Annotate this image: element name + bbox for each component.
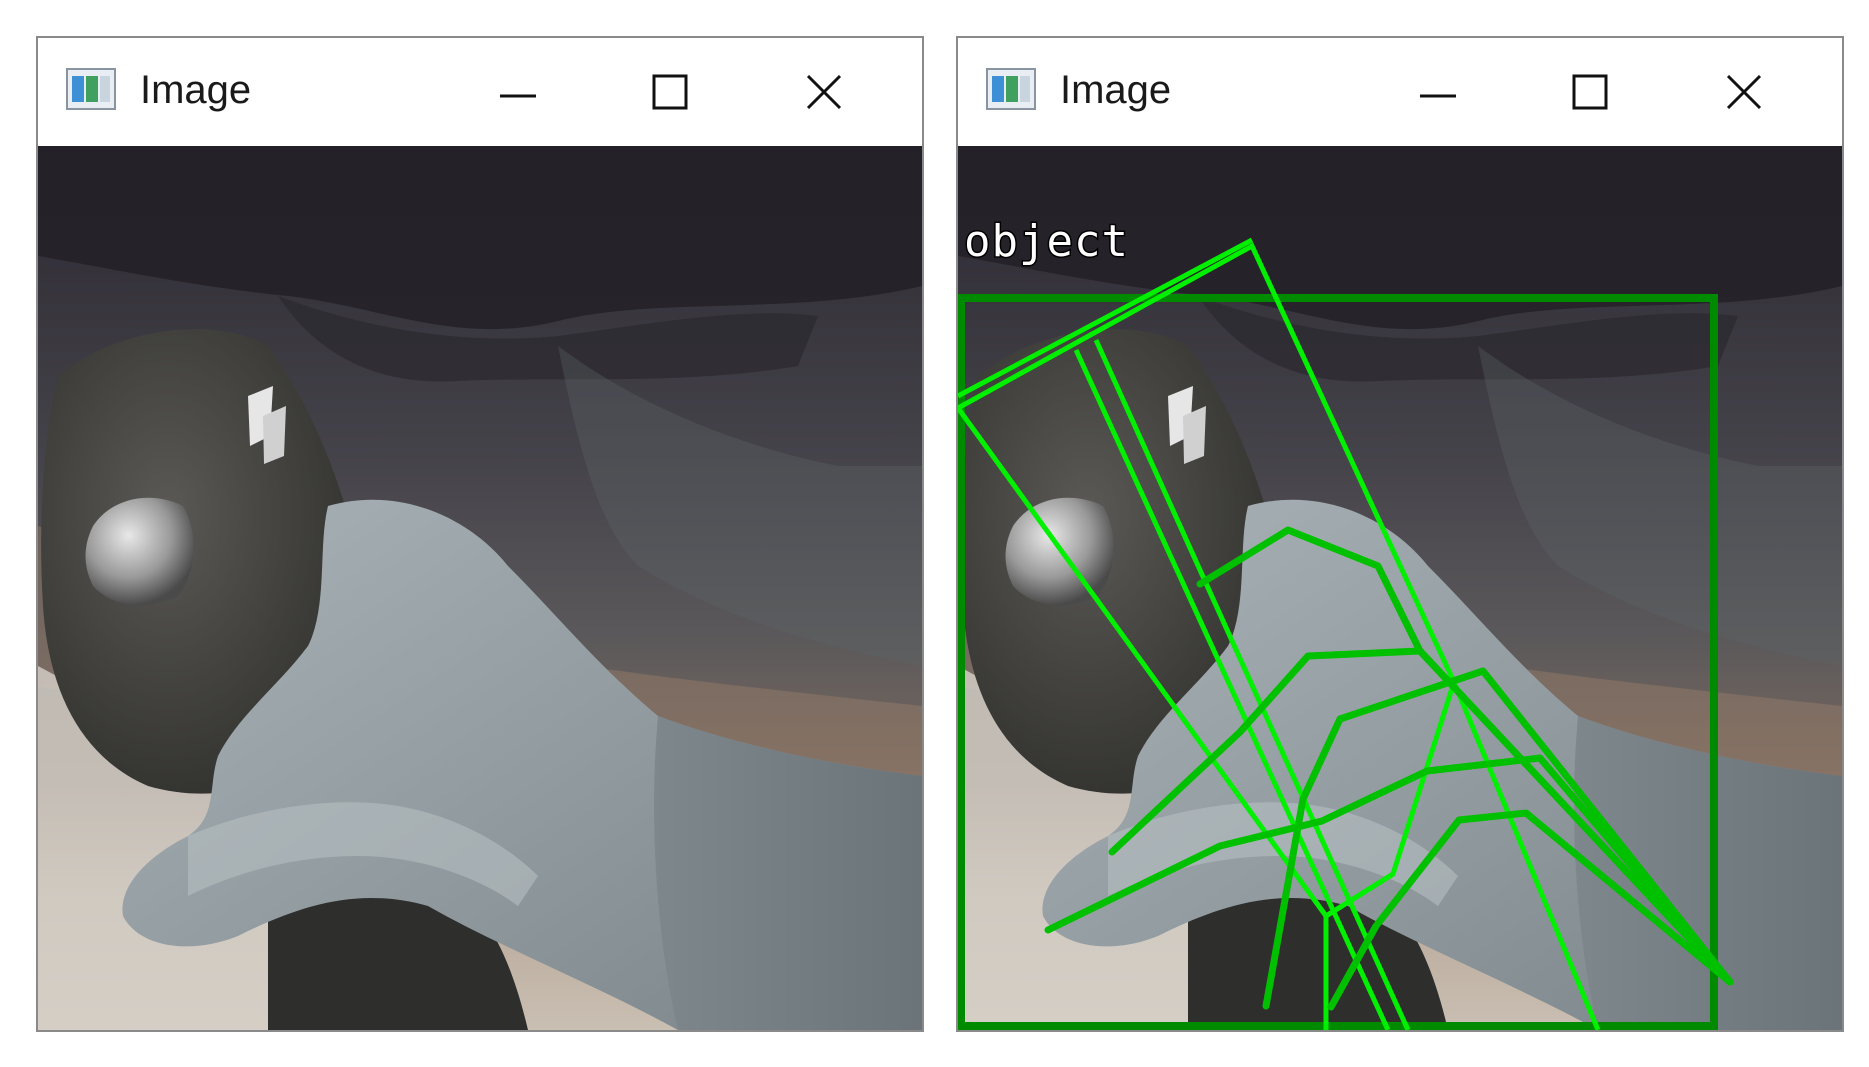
maximize-icon — [1572, 74, 1608, 110]
maximize-button[interactable] — [634, 58, 724, 128]
maximize-icon — [652, 74, 688, 110]
minimize-button[interactable] — [1398, 58, 1488, 128]
window-title: Image — [140, 68, 252, 112]
hand-skeleton — [1044, 526, 1734, 1011]
image-canvas: object — [958, 146, 1842, 1030]
detection-overlay: object — [958, 215, 1734, 1030]
title-bar[interactable]: Image — [38, 38, 922, 146]
image-window-icon — [986, 68, 1036, 110]
image-window-icon — [66, 68, 116, 110]
image-window-right[interactable]: Image object — [956, 36, 1844, 1032]
image-window-left[interactable]: Image — [36, 36, 924, 1032]
close-icon — [1726, 74, 1762, 110]
window-title: Image — [1060, 68, 1172, 112]
close-icon — [806, 74, 842, 110]
image-canvas — [38, 146, 922, 1030]
hand-tool-image — [38, 146, 922, 1030]
object-oriented-box — [958, 237, 1601, 1030]
close-button[interactable] — [1710, 58, 1800, 128]
maximize-button[interactable] — [1554, 58, 1644, 128]
minimize-button[interactable] — [478, 58, 568, 128]
close-button[interactable] — [790, 58, 880, 128]
object-label: object — [964, 216, 1129, 267]
title-bar[interactable]: Image — [958, 38, 1842, 146]
